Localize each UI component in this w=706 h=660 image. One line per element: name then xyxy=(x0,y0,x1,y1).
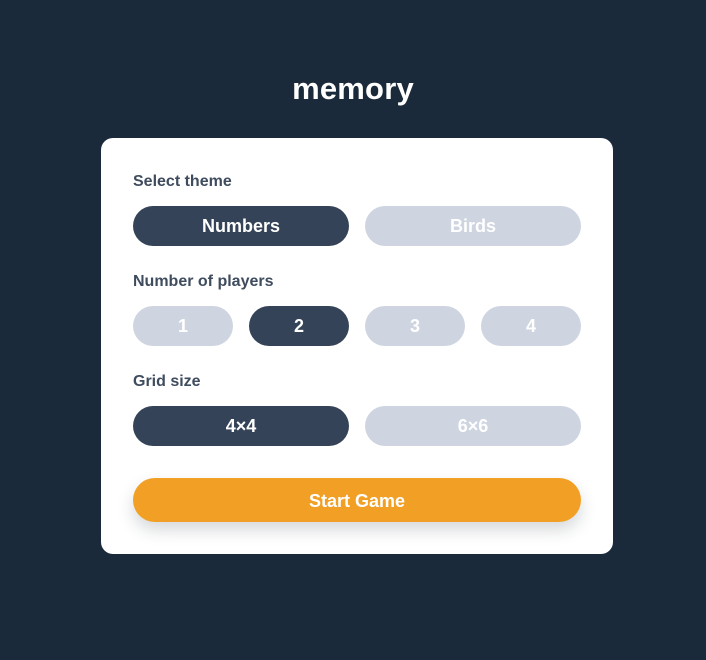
players-option-2[interactable]: 2 xyxy=(249,306,349,346)
theme-label: Select theme xyxy=(133,173,232,190)
grid-size-option-6x6[interactable]: 6×6 xyxy=(365,406,581,446)
grid-size-option-4x4[interactable]: 4×4 xyxy=(133,406,349,446)
players-option-4[interactable]: 4 xyxy=(481,306,581,346)
start-game-button[interactable]: Start Game xyxy=(133,478,581,522)
theme-option-numbers[interactable]: Numbers xyxy=(133,206,349,246)
players-option-1[interactable]: 1 xyxy=(133,306,233,346)
app-title: memory xyxy=(292,71,414,106)
players-label: Number of players xyxy=(133,273,274,290)
theme-option-birds[interactable]: Birds xyxy=(365,206,581,246)
game-settings-card: Select theme Numbers Birds Number of pla… xyxy=(101,138,613,554)
grid-size-label: Grid size xyxy=(133,373,201,390)
players-option-3[interactable]: 3 xyxy=(365,306,465,346)
